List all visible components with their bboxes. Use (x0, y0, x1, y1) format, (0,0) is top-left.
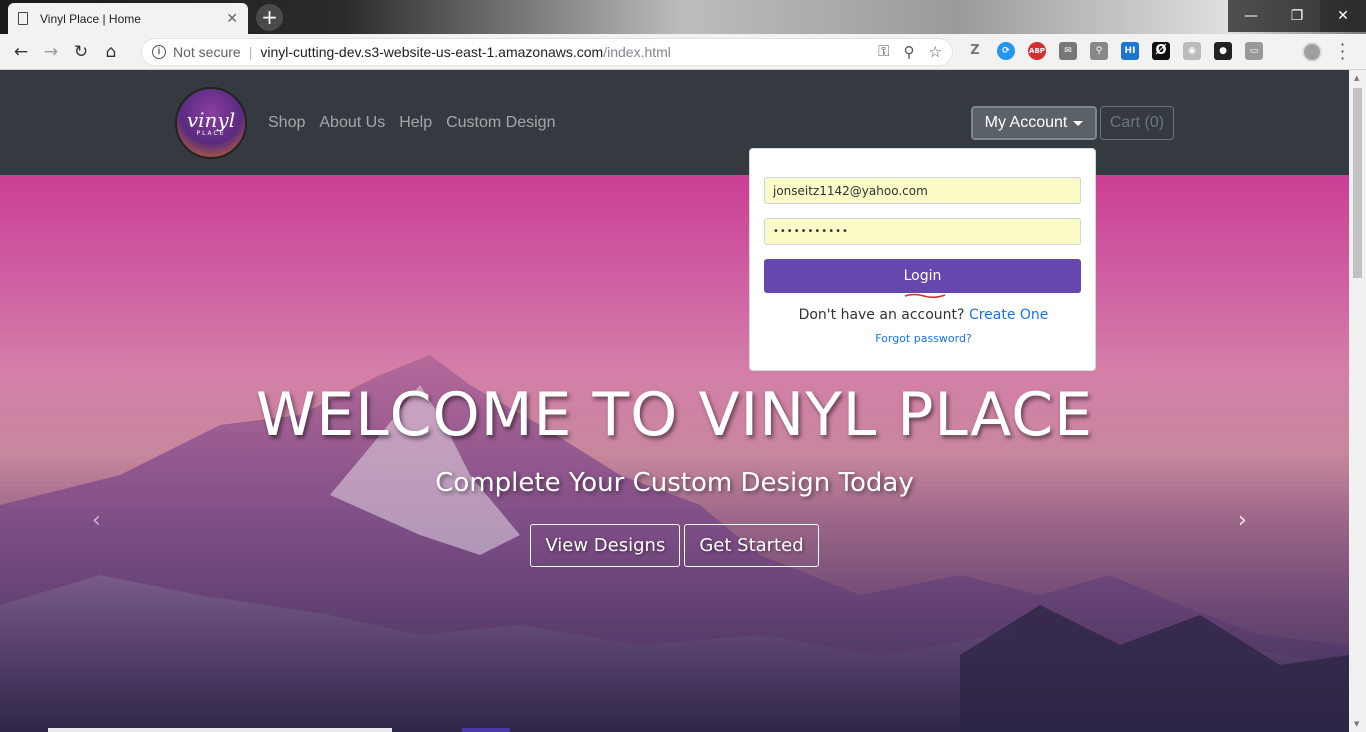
login-button[interactable]: Login (764, 259, 1081, 293)
nav-links: Shop About Us Help Custom Design (268, 114, 555, 132)
extension-sync-icon[interactable]: ⟳ (997, 42, 1015, 60)
info-icon[interactable]: i (152, 45, 166, 59)
scroll-down-icon[interactable]: ▼ (1354, 720, 1359, 728)
nav-help[interactable]: Help (399, 114, 432, 132)
minimize-icon[interactable]: — (1228, 0, 1274, 32)
adblock-icon[interactable]: ABP (1028, 42, 1046, 60)
browser-tab[interactable]: Vinyl Place | Home ✕ (8, 3, 248, 34)
logo-subtext: PLACE (196, 129, 226, 137)
cast-icon[interactable]: ▭ (1245, 42, 1263, 60)
page-viewport: vinyl PLACE Shop About Us Help Custom De… (0, 70, 1349, 732)
back-icon[interactable]: ← (6, 37, 36, 67)
tab-title: Vinyl Place | Home (40, 11, 141, 26)
browser-menu-icon[interactable]: · · · (1340, 37, 1345, 67)
extension-null-icon[interactable]: Ø (1152, 42, 1170, 60)
camera-icon[interactable]: ◉ (1183, 42, 1201, 60)
site-navbar: vinyl PLACE Shop About Us Help Custom De… (0, 70, 1349, 175)
hero-title: WELCOME TO VINYL PLACE (255, 380, 1094, 450)
create-account-link[interactable]: Create One (969, 307, 1048, 323)
signup-prompt: Don't have an account? Create One (750, 307, 1097, 323)
reload-icon[interactable]: ↻ (66, 37, 96, 67)
login-dropdown: jonseitz1142@yahoo.com ••••••••••• Login… (749, 148, 1096, 371)
hero-subtitle: Complete Your Custom Design Today (435, 468, 914, 498)
page-scrollbar[interactable]: ▲ ▼ (1349, 70, 1366, 732)
key-icon[interactable]: ⚿ (878, 43, 889, 61)
window-controls: — ❐ ✕ (1228, 0, 1366, 32)
mountain-illustration (0, 355, 1349, 732)
extension-hi-icon[interactable]: HI (1121, 42, 1139, 60)
new-tab-button[interactable]: + (256, 4, 283, 31)
zoom-icon[interactable]: ⚲ (904, 43, 915, 61)
my-account-button[interactable]: My Account (971, 106, 1097, 140)
browser-titlebar: Vinyl Place | Home ✕ + — ❐ ✕ (0, 0, 1366, 34)
extension-z-icon[interactable]: Z (966, 42, 984, 60)
my-account-label: My Account (984, 114, 1068, 131)
url-path: /index.html (603, 44, 671, 60)
cart-button[interactable]: Cart (0) (1100, 106, 1174, 140)
nav-custom-design[interactable]: Custom Design (446, 114, 555, 132)
location-icon[interactable]: ⚲ (1090, 42, 1108, 60)
carousel-indicator-active[interactable] (48, 728, 392, 732)
vinyl-place-logo[interactable]: vinyl PLACE (175, 87, 247, 159)
security-label: Not secure (173, 44, 241, 60)
scroll-up-icon[interactable]: ▲ (1354, 74, 1359, 82)
url-host: vinyl-cutting-dev.s3-website-us-east-1.a… (260, 44, 604, 60)
get-started-button[interactable]: Get Started (684, 524, 819, 567)
window-close-icon[interactable]: ✕ (1320, 0, 1366, 32)
hero-buttons: View Designs Get Started (0, 524, 1349, 567)
address-bar[interactable]: i Not secure | vinyl-cutting-dev.s3-webs… (141, 38, 953, 66)
hero-carousel: ‹ › WELCOME TO VINYL PLACE Complete Your… (0, 175, 1349, 732)
nav-shop[interactable]: Shop (268, 114, 305, 132)
scrollbar-thumb[interactable] (1353, 88, 1362, 278)
password-input[interactable]: ••••••••••• (764, 218, 1081, 245)
caret-down-icon (1073, 120, 1084, 126)
forward-icon[interactable]: → (36, 37, 66, 67)
signup-prompt-text: Don't have an account? (798, 307, 965, 323)
email-input[interactable]: jonseitz1142@yahoo.com (764, 177, 1081, 204)
logo-text: vinyl (186, 107, 236, 132)
tab-close-icon[interactable]: ✕ (226, 11, 238, 27)
carousel-indicator[interactable] (462, 728, 510, 732)
profile-avatar[interactable] (1302, 42, 1322, 62)
extension-dot-icon[interactable]: ● (1214, 42, 1232, 60)
forgot-password-link[interactable]: Forgot password? (750, 332, 1097, 345)
nav-about-us[interactable]: About Us (319, 114, 385, 132)
omnibox-divider: | (248, 44, 253, 60)
restore-icon[interactable]: ❐ (1274, 0, 1320, 32)
bookmark-star-icon[interactable]: ☆ (929, 43, 942, 61)
carousel-indicators (48, 728, 510, 732)
red-underline-annotation (904, 293, 946, 299)
page-icon (18, 12, 28, 25)
home-icon[interactable]: ⌂ (96, 37, 126, 67)
mail-icon[interactable]: ✉ (1059, 42, 1077, 60)
view-designs-button[interactable]: View Designs (530, 524, 681, 567)
extension-bar: Z ⟳ ABP ✉ ⚲ HI Ø ◉ ● ▭ (966, 42, 1263, 60)
